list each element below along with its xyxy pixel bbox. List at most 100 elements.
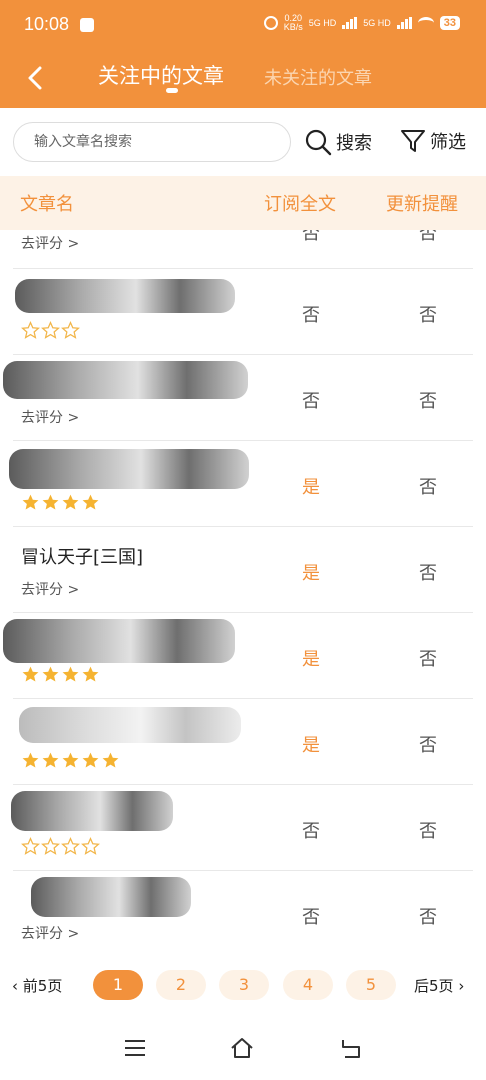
redacted-title	[15, 279, 235, 313]
star-empty-icon	[41, 321, 60, 339]
search-icon	[305, 129, 332, 156]
remind-value[interactable]: 否	[408, 645, 448, 671]
star-empty-icon	[61, 321, 80, 339]
alarm-icon	[263, 16, 278, 30]
subscribe-value[interactable]: 否	[291, 387, 331, 413]
article-title[interactable]: 冒认天子[三国]	[21, 543, 143, 569]
article-list: 去评分 > 否 否 否 否 去评分 > 否 否 是 否 冒认天子[三国] 去评分…	[0, 230, 486, 955]
star-filled-icon	[22, 666, 39, 682]
notification-icon	[80, 18, 94, 32]
subscribe-value[interactable]: 是	[291, 645, 331, 671]
filter-button-label: 筛选	[430, 132, 466, 153]
filter-button[interactable]: 筛选	[400, 128, 466, 154]
star-filled-icon	[22, 494, 39, 510]
subscribe-value[interactable]: 是	[291, 731, 331, 757]
rate-link[interactable]: 去评分 >	[21, 233, 79, 253]
tab-unfollowed-articles[interactable]: 未关注的文章	[264, 64, 372, 90]
star-filled-icon	[22, 752, 39, 768]
signal2-label: 5G HD	[363, 18, 391, 28]
redacted-title	[11, 791, 173, 831]
subscribe-value[interactable]: 是	[291, 559, 331, 585]
tab-indicator	[166, 88, 178, 93]
search-input[interactable]	[14, 123, 290, 161]
table-row[interactable]: 是 否	[9, 441, 473, 527]
table-row[interactable]: 去评分 > 否 否	[13, 871, 473, 955]
subscribe-value[interactable]: 否	[291, 230, 331, 245]
table-row[interactable]: 去评分 > 否 否	[13, 230, 473, 269]
menu-icon[interactable]	[123, 1037, 147, 1059]
prev-5-pages-button[interactable]: ‹ 前5页	[12, 975, 62, 996]
star-filled-icon	[42, 752, 59, 768]
remind-value[interactable]: 否	[408, 817, 448, 843]
nav-bar: 关注中的文章 未关注的文章	[0, 52, 486, 108]
star-rating	[21, 321, 80, 340]
page-button-3[interactable]: 3	[219, 970, 269, 1000]
system-nav-bar	[0, 1015, 486, 1080]
page-button-2[interactable]: 2	[156, 970, 206, 1000]
net-speed-unit: KB/s	[283, 22, 303, 32]
star-empty-icon	[21, 321, 40, 339]
star-filled-icon	[102, 752, 119, 768]
remind-value[interactable]: 否	[408, 903, 448, 929]
next-5-pages-button[interactable]: 后5页 ›	[414, 975, 464, 996]
table-row[interactable]: 冒认天子[三国] 去评分 > 是 否	[13, 527, 473, 613]
redacted-title	[3, 619, 235, 663]
table-row[interactable]: 否 否	[11, 785, 473, 871]
search-box[interactable]	[13, 122, 291, 162]
net-speed: 0.20 KB/s	[284, 14, 303, 32]
status-icons: 0.20 KB/s 5G HD 5G HD 33	[263, 14, 460, 32]
star-filled-icon	[82, 752, 99, 768]
search-button[interactable]: 搜索	[304, 128, 372, 156]
star-rating	[21, 493, 100, 512]
column-header-title: 文章名	[20, 194, 74, 215]
table-row[interactable]: 去评分 > 否 否	[3, 355, 473, 441]
star-filled-icon	[42, 494, 59, 510]
pagination: ‹ 前5页 1 2 3 4 5 后5页 ›	[0, 955, 486, 1015]
signal1-label: 5G HD	[308, 18, 337, 28]
page-button-1[interactable]: 1	[93, 970, 143, 1000]
redacted-title	[9, 449, 249, 489]
wifi-icon	[417, 17, 434, 29]
tab-following-articles[interactable]: 关注中的文章	[98, 60, 224, 90]
star-empty-icon	[81, 837, 100, 855]
remind-value[interactable]: 否	[408, 473, 448, 499]
column-header-subscribe: 订阅全文	[264, 194, 336, 215]
rate-link[interactable]: 去评分 >	[21, 923, 79, 943]
remind-value[interactable]: 否	[408, 230, 448, 245]
subscribe-value[interactable]: 否	[291, 817, 331, 843]
remind-value[interactable]: 否	[408, 559, 448, 585]
subscribe-value[interactable]: 否	[291, 301, 331, 327]
filter-icon	[401, 130, 425, 152]
star-empty-icon	[21, 837, 40, 855]
home-icon[interactable]	[230, 1037, 254, 1059]
remind-value[interactable]: 否	[408, 387, 448, 413]
signal-icon	[342, 17, 358, 29]
search-row: 搜索 筛选	[0, 108, 486, 176]
redacted-title	[31, 877, 191, 917]
subscribe-value[interactable]: 否	[291, 903, 331, 929]
star-rating	[21, 751, 120, 770]
prev-label: 前5页	[22, 977, 63, 995]
star-filled-icon	[62, 752, 79, 768]
star-filled-icon	[82, 494, 99, 510]
remind-value[interactable]: 否	[408, 301, 448, 327]
table-row[interactable]: 否 否	[13, 269, 473, 355]
rate-link[interactable]: 去评分 >	[21, 407, 79, 427]
subscribe-value[interactable]: 是	[291, 473, 331, 499]
rate-link[interactable]: 去评分 >	[21, 579, 79, 599]
star-empty-icon	[41, 837, 60, 855]
search-button-label: 搜索	[336, 133, 372, 154]
page-button-5[interactable]: 5	[346, 970, 396, 1000]
star-rating	[21, 665, 100, 684]
table-row[interactable]: 是 否	[13, 699, 473, 785]
star-filled-icon	[62, 666, 79, 682]
remind-value[interactable]: 否	[408, 731, 448, 757]
star-filled-icon	[82, 666, 99, 682]
star-filled-icon	[42, 666, 59, 682]
table-header: 文章名 订阅全文 更新提醒	[0, 176, 486, 230]
page-button-4[interactable]: 4	[283, 970, 333, 1000]
back-arrow-icon[interactable]	[20, 62, 52, 94]
app-header: 10:08 0.20 KB/s 5G HD 5G HD 33 关注中的文章 未关…	[0, 0, 486, 108]
table-row[interactable]: 是 否	[3, 613, 473, 699]
back-nav-icon[interactable]	[339, 1037, 363, 1059]
